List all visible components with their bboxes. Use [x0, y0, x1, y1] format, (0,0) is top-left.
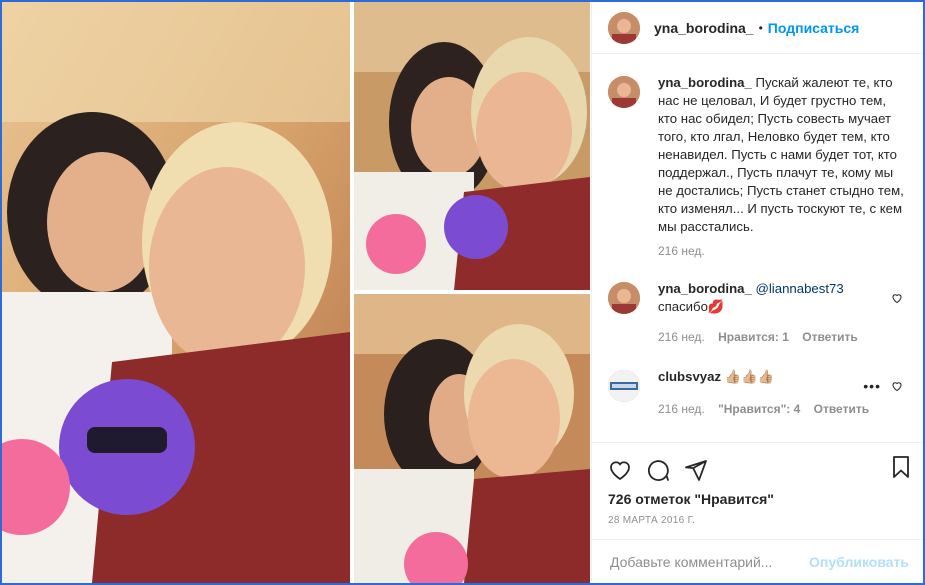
- photo-top-right[interactable]: [354, 2, 590, 290]
- avatar[interactable]: [608, 370, 640, 402]
- photo-collage[interactable]: [2, 2, 590, 583]
- publish-button[interactable]: Опубликовать: [809, 554, 909, 570]
- comment-username[interactable]: yna_borodina_: [658, 281, 752, 296]
- post-date[interactable]: 28 МАРТА 2016 Г.: [608, 515, 907, 526]
- caption: yna_borodina_ Пускай жалеют те, кто нас …: [608, 74, 907, 280]
- comment-text: спасибо💋: [658, 299, 725, 314]
- comment-text: 👍🏼👍🏼👍🏼: [724, 369, 774, 384]
- comment-meta: 216 нед. "Нравится": 4 Ответить: [658, 402, 898, 416]
- post-header: yna_borodina_ • Подписаться: [592, 2, 923, 54]
- caption-text: Пускай жалеют те, кто нас не целовал, И …: [658, 75, 904, 234]
- avatar[interactable]: [608, 11, 640, 44]
- comment-mention[interactable]: @liannabest73: [755, 281, 843, 296]
- comment-meta: 216 нед. Нравится: 1 Ответить: [658, 330, 898, 344]
- action-icons: [608, 453, 907, 487]
- bookmark-icon[interactable]: [889, 455, 913, 479]
- reply-button[interactable]: Ответить: [802, 330, 857, 344]
- reply-button[interactable]: Ответить: [814, 402, 869, 416]
- add-comment-bar: Опубликовать: [592, 539, 923, 583]
- caption-username[interactable]: yna_borodina_: [658, 75, 752, 90]
- header-username[interactable]: yna_borodina_: [654, 20, 754, 36]
- like-comment-icon[interactable]: [891, 380, 903, 392]
- comment-username[interactable]: clubsvyaz: [658, 369, 721, 384]
- comment-input[interactable]: [610, 553, 810, 570]
- comment-icon[interactable]: [646, 458, 670, 482]
- like-comment-icon[interactable]: [891, 292, 903, 304]
- post-actions: 726 отметок "Нравится" 28 МАРТА 2016 Г.: [592, 442, 923, 526]
- share-icon[interactable]: [684, 458, 708, 482]
- post-panel: yna_borodina_ • Подписаться yna_borodina…: [591, 2, 923, 583]
- comment-likes[interactable]: "Нравится": 4: [718, 402, 800, 416]
- avatar[interactable]: [608, 76, 640, 108]
- avatar[interactable]: [608, 282, 640, 314]
- more-options-icon[interactable]: •••: [863, 378, 881, 394]
- photo-main[interactable]: [2, 2, 350, 583]
- likes-count[interactable]: 726 отметок "Нравится": [608, 491, 907, 507]
- photo-bottom-right[interactable]: [354, 294, 590, 583]
- caption-meta: 216 нед.: [658, 244, 907, 258]
- heart-icon[interactable]: [608, 458, 632, 482]
- comment-item: clubsvyaz 👍🏼👍🏼👍🏼 216 нед. "Нравится": 4 …: [608, 368, 907, 438]
- separator-dot: •: [758, 20, 763, 35]
- comment-time[interactable]: 216 нед.: [658, 402, 705, 416]
- caption-time[interactable]: 216 нед.: [658, 244, 705, 258]
- comments-list: yna_borodina_ Пускай жалеют те, кто нас …: [608, 74, 907, 438]
- comment-item: yna_borodina_ @liannabest73 спасибо💋 216…: [608, 280, 907, 368]
- follow-button[interactable]: Подписаться: [768, 20, 860, 36]
- comment-likes[interactable]: Нравится: 1: [718, 330, 789, 344]
- comment-time[interactable]: 216 нед.: [658, 330, 705, 344]
